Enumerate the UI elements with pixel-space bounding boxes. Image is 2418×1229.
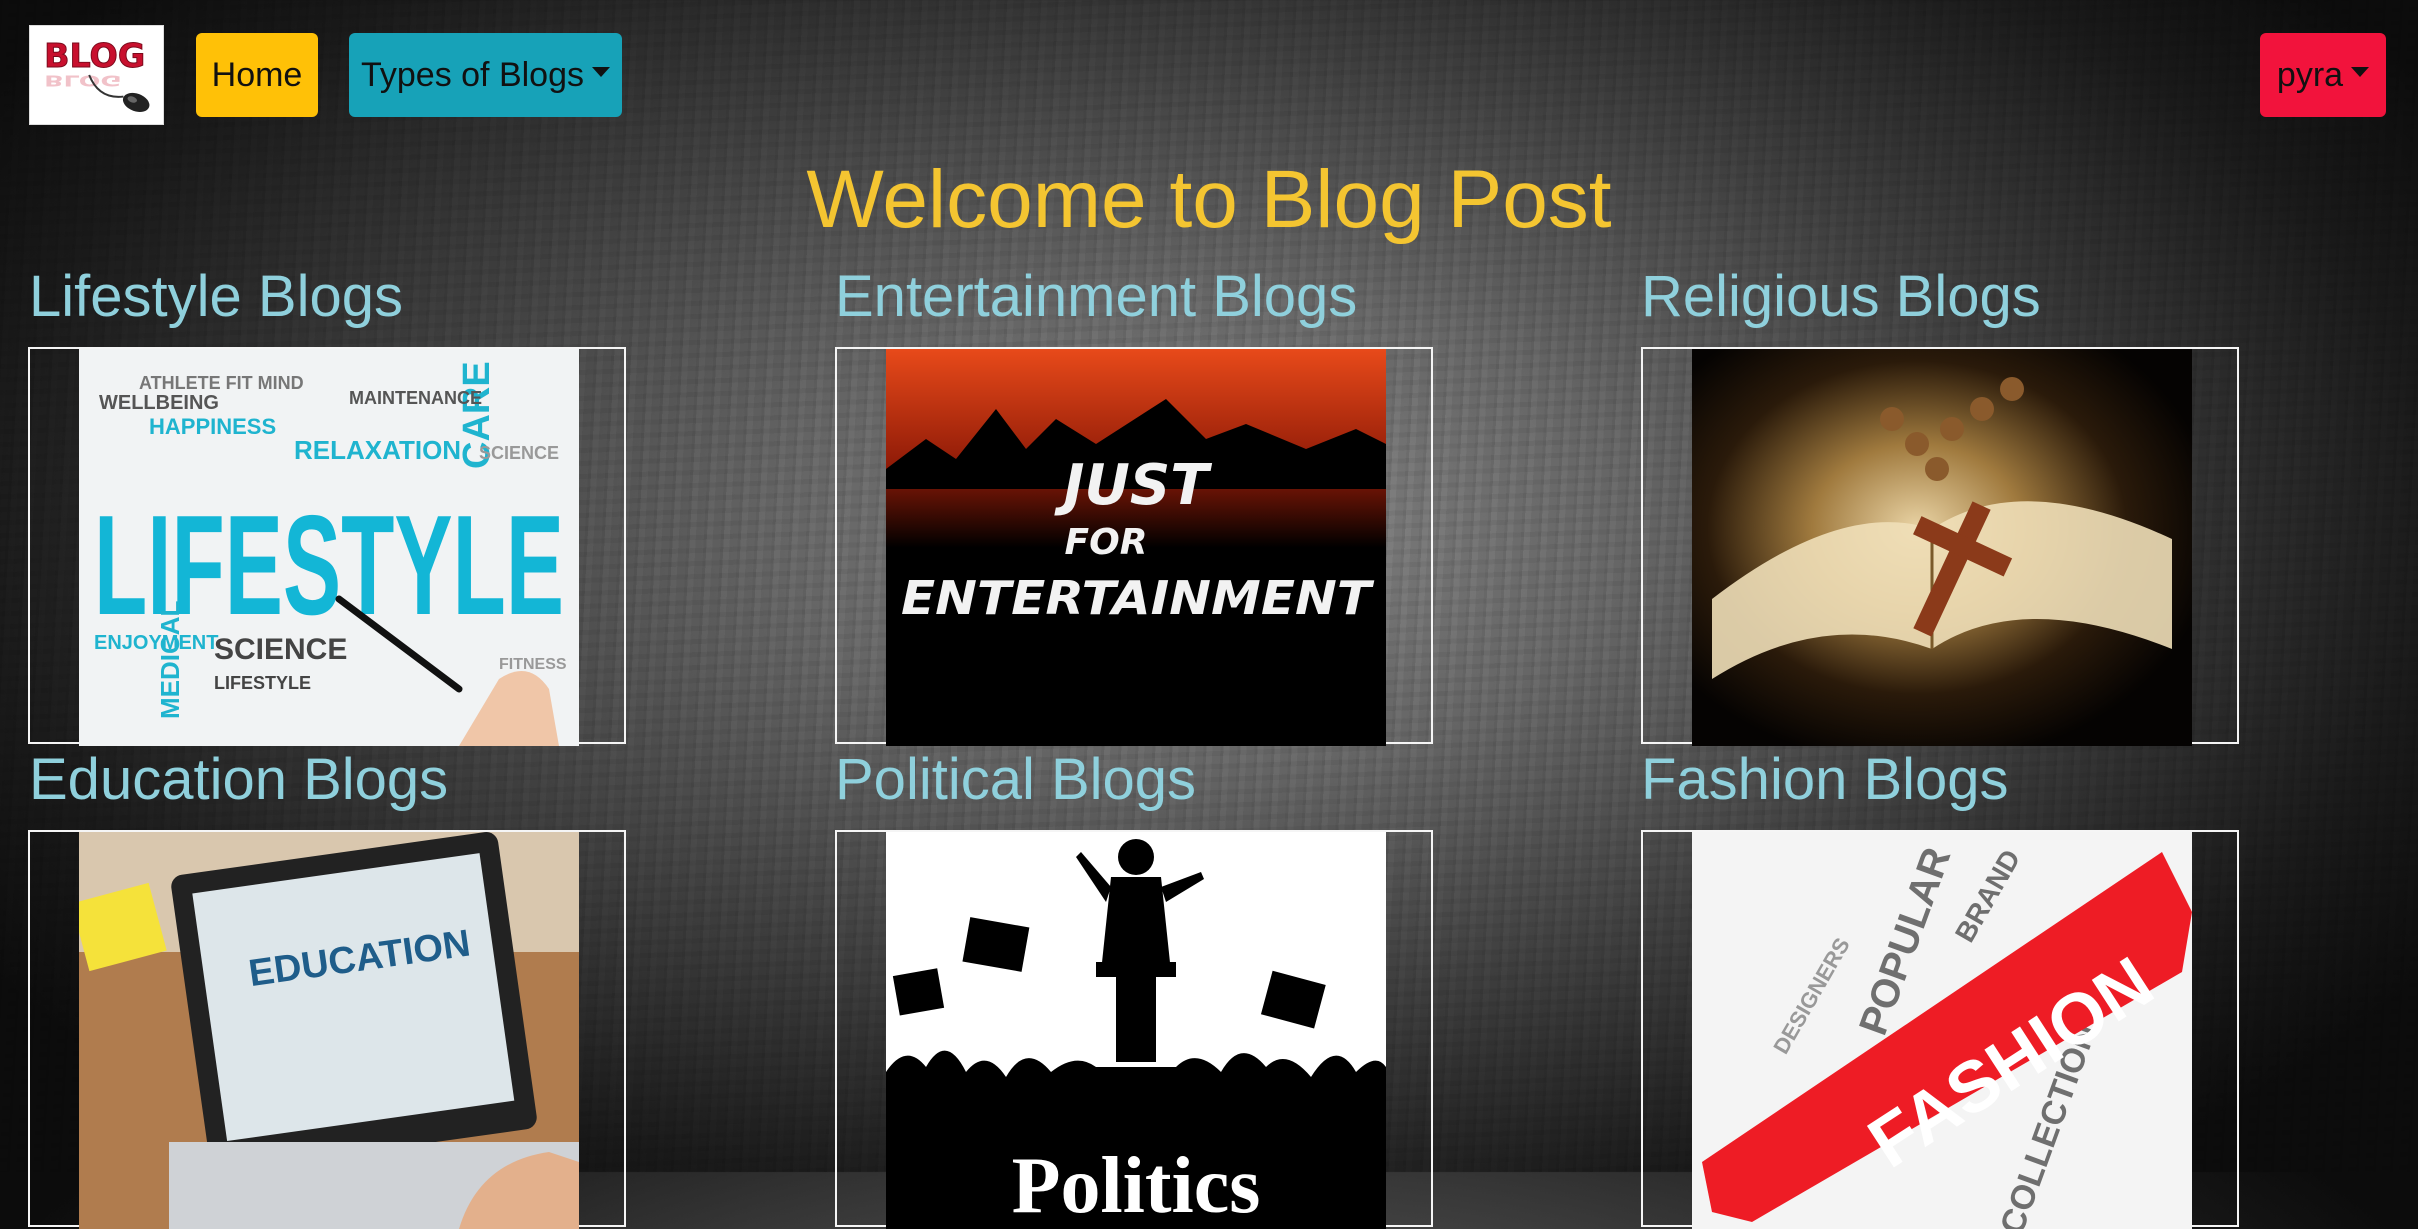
navbar: BLOG BLOG Home Types of Blogs pyra: [0, 0, 2418, 150]
home-button-label: Home: [211, 55, 303, 94]
svg-text:ATHLETE FIT MIND: ATHLETE FIT MIND: [139, 373, 304, 393]
fashion-image[interactable]: POPULAR BRAND DESIGNERS MAGAZINE COLLECT…: [1692, 832, 2192, 1229]
card-religious[interactable]: [1641, 347, 2239, 746]
lifestyle-image[interactable]: WELLBEING HAPPINESS RELAXATION CARE ATHL…: [79, 349, 579, 746]
home-button[interactable]: Home: [196, 33, 318, 117]
education-image[interactable]: EDUCATION: [79, 832, 579, 1229]
user-menu-dropdown[interactable]: pyra: [2260, 33, 2386, 117]
svg-text:HAPPINESS: HAPPINESS: [149, 414, 276, 439]
entertainment-image[interactable]: JUST FOR ENTERTAINMENT: [886, 349, 1386, 746]
svg-text:SCIENCE: SCIENCE: [214, 633, 347, 666]
card-title-entertainment[interactable]: Entertainment Blogs: [835, 262, 1357, 332]
logo-text: BLOG: [44, 36, 145, 75]
svg-text:FITNESS: FITNESS: [499, 656, 567, 673]
caret-down-icon: [592, 67, 610, 77]
card-title-lifestyle[interactable]: Lifestyle Blogs: [29, 262, 403, 332]
svg-text:RELAXATION: RELAXATION: [294, 435, 461, 465]
svg-text:MAINTENANCE: MAINTENANCE: [349, 388, 482, 408]
card-lifestyle[interactable]: WELLBEING HAPPINESS RELAXATION CARE ATHL…: [28, 347, 626, 746]
entertainment-text-line2: FOR: [1065, 522, 1148, 563]
caret-down-icon: [2351, 67, 2370, 77]
types-of-blogs-dropdown[interactable]: Types of Blogs: [349, 33, 622, 117]
user-name-label: pyra: [2276, 55, 2344, 94]
card-title-political[interactable]: Political Blogs: [835, 745, 1196, 815]
svg-text:MEDICAL: MEDICAL: [155, 600, 185, 719]
svg-text:WELLBEING: WELLBEING: [99, 392, 219, 414]
card-political[interactable]: Politics: [835, 830, 1433, 1229]
blog-logo[interactable]: BLOG BLOG: [29, 25, 164, 125]
political-image[interactable]: Politics: [886, 832, 1386, 1229]
card-title-education[interactable]: Education Blogs: [29, 745, 448, 815]
entertainment-text-line3: ENTERTAINMENT: [901, 571, 1375, 625]
logo-reflection: BLOG: [44, 72, 121, 90]
religious-image[interactable]: [1692, 349, 2192, 746]
blog-logo-image: BLOG BLOG: [30, 26, 163, 124]
svg-text:LIFESTYLE: LIFESTYLE: [214, 673, 311, 693]
entertainment-text-line1: JUST: [1054, 453, 1213, 518]
page-title: Welcome to Blog Post: [806, 154, 1612, 245]
types-of-blogs-label: Types of Blogs: [360, 55, 584, 94]
svg-text:SCIENCE: SCIENCE: [479, 443, 559, 463]
card-fashion[interactable]: POPULAR BRAND DESIGNERS MAGAZINE COLLECT…: [1641, 830, 2239, 1229]
card-title-religious[interactable]: Religious Blogs: [1641, 262, 2041, 332]
card-entertainment[interactable]: JUST FOR ENTERTAINMENT: [835, 347, 1433, 746]
political-image-text: Politics: [1012, 1142, 1261, 1229]
card-education[interactable]: EDUCATION: [28, 830, 626, 1229]
card-title-fashion[interactable]: Fashion Blogs: [1641, 745, 2009, 815]
